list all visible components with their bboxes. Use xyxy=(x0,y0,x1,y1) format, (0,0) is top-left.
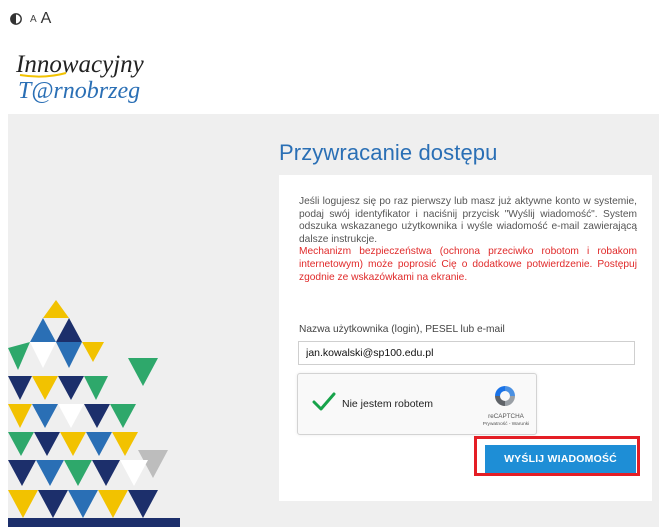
recaptcha-brand: reCAPTCHA xyxy=(488,413,524,420)
login-field-label: Nazwa użytkownika (login), PESEL lub e-m… xyxy=(299,324,505,335)
accessibility-toolbar: A A xyxy=(10,8,51,30)
contrast-icon[interactable] xyxy=(10,13,22,25)
recaptcha-widget: Nie jestem robotem reCAPTCHA Prywatność … xyxy=(297,373,537,435)
login-input[interactable] xyxy=(298,341,635,365)
page-title: Przywracanie dostępu xyxy=(279,140,498,165)
send-message-button[interactable]: WYŚLIJ WIADOMOŚĆ xyxy=(485,445,636,473)
instructions-description: Jeśli logujesz się po raz pierwszy lub m… xyxy=(299,196,637,245)
decorative-triangles xyxy=(8,300,180,527)
logo-line1: Innowacyjny xyxy=(15,51,145,78)
logo-line2: T@rnobrzeg xyxy=(18,78,140,104)
recaptcha-label: Nie jestem robotem xyxy=(342,398,434,410)
instructions-text: Jeśli logujesz się po raz pierwszy lub m… xyxy=(299,196,637,284)
font-size-large-button[interactable]: A xyxy=(41,10,52,28)
security-warning: Mechanizm bezpieczeństwa (ochrona przeci… xyxy=(299,246,637,283)
recaptcha-logo-icon xyxy=(495,386,515,406)
checkmark-icon[interactable] xyxy=(312,391,336,413)
recaptcha-privacy-terms-links[interactable]: Prywatność - Warunki xyxy=(476,422,536,427)
font-size-small-button[interactable]: A xyxy=(30,14,37,25)
site-logo[interactable]: Innowacyjny T@rnobrzeg xyxy=(14,48,174,110)
